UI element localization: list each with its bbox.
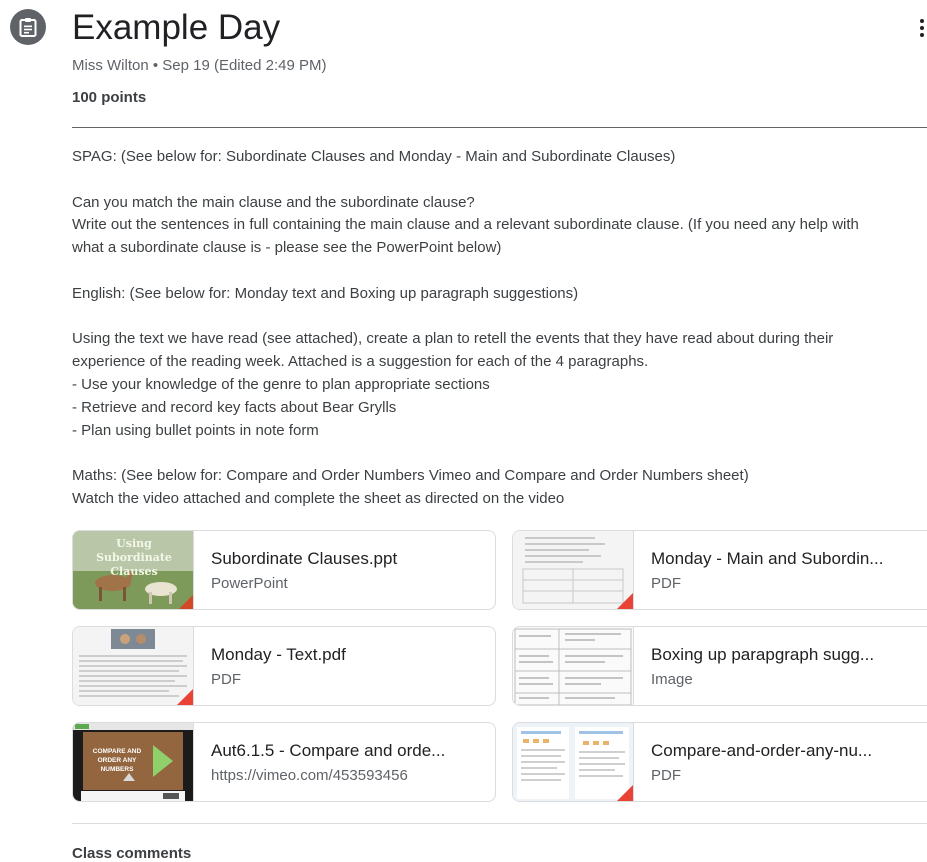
description-line: Maths: (See below for: Compare and Order… [72, 467, 749, 485]
attachment-type: Image [651, 671, 693, 688]
assignment-icon [10, 9, 46, 45]
attachment-thumbnail [513, 723, 634, 801]
attachment-title[interactable]: Compare-and-order-any-nu... [651, 741, 927, 761]
attachment-title[interactable]: Monday - Main and Subordin... [651, 549, 927, 569]
attachment-card-subordinate-clauses[interactable]: Using Subordinate Clauses Subordinate Cl… [72, 530, 496, 610]
attachment-type: PDF [651, 767, 681, 784]
description-line: Using the text we have read (see attache… [72, 330, 834, 348]
thumbnail-caption: COMPARE AND ORDER ANY NUMBERS [92, 748, 142, 773]
attachment-title[interactable]: Aut6.1.5 - Compare and orde... [211, 741, 491, 761]
attachment-type: PowerPoint [211, 575, 288, 592]
attachment-thumbnail [513, 627, 634, 705]
attachment-type: PDF [211, 671, 241, 688]
header-divider [72, 127, 927, 128]
assignment-description: SPAG: (See below for: Subordinate Clause… [72, 146, 927, 511]
description-line: - Retrieve and record key facts about Be… [72, 398, 397, 416]
attachment-card-monday-text[interactable]: Monday - Text.pdf PDF [72, 626, 496, 706]
attachment-title[interactable]: Subordinate Clauses.ppt [211, 549, 491, 569]
attachment-thumbnail [513, 531, 634, 609]
description-line: Write out the sentences in full containi… [72, 216, 859, 234]
description-line: Can you match the main clause and the su… [72, 193, 475, 211]
assignment-meta: Miss Wilton • Sep 19 (Edited 2:49 PM) [72, 57, 327, 74]
attachment-thumbnail [73, 627, 194, 705]
description-line: Watch the video attached and complete th… [72, 489, 565, 507]
assignment-title: Example Day [72, 8, 281, 47]
assignment-points: 100 points [72, 89, 147, 106]
class-comments-label[interactable]: Class comments [72, 845, 191, 862]
description-line: experience of the reading week. Attached… [72, 353, 649, 371]
attachment-title[interactable]: Boxing up parapgraph sugg... [651, 645, 927, 665]
attachment-card-compare-order-sheet[interactable]: Compare-and-order-any-nu... PDF [512, 722, 927, 802]
description-line: - Use your knowledge of the genre to pla… [72, 375, 490, 393]
description-line: English: (See below for: Monday text and… [72, 284, 579, 302]
attachment-thumbnail: COMPARE AND ORDER ANY NUMBERS [73, 723, 194, 801]
description-line: - Plan using bullet points in note form [72, 421, 319, 439]
attachment-card-vimeo-video[interactable]: COMPARE AND ORDER ANY NUMBERS Aut6.1.5 -… [72, 722, 496, 802]
attachment-card-boxing-up[interactable]: Boxing up parapgraph sugg... Image [512, 626, 927, 706]
attachment-card-main-subordinate[interactable]: Monday - Main and Subordin... PDF [512, 530, 927, 610]
description-line: what a subordinate clause is - please se… [72, 239, 502, 257]
attachment-url[interactable]: https://vimeo.com/453593456 [211, 767, 408, 784]
attachment-thumbnail: Using Subordinate Clauses [73, 531, 194, 609]
description-line: SPAG: (See below for: Subordinate Clause… [72, 148, 676, 165]
thumbnail-caption: Using Subordinate Clauses [96, 537, 172, 578]
comments-divider [72, 823, 927, 824]
more-options-icon[interactable] [914, 14, 927, 42]
attachment-type: PDF [651, 575, 681, 592]
attachment-title[interactable]: Monday - Text.pdf [211, 645, 491, 665]
